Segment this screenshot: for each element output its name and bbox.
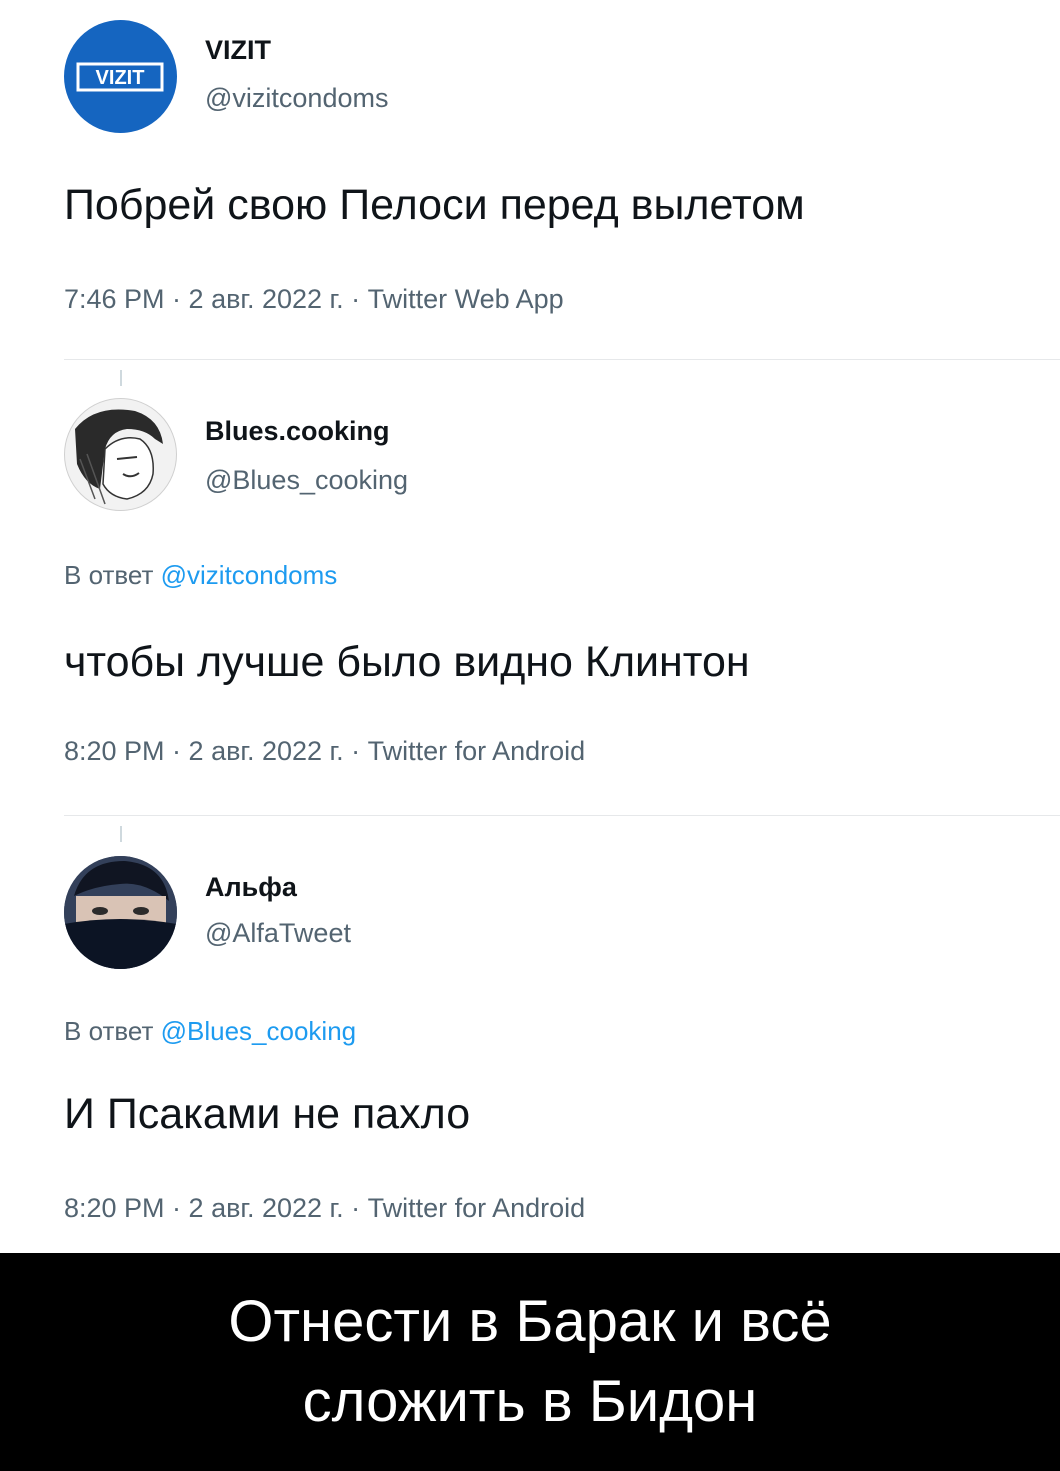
caption-text: Отнести в Барак и всё сложить в Бидон [228,1282,831,1442]
caption-line-2: сложить в Бидон [302,1369,758,1434]
reply-prefix: В ответ [64,1016,154,1046]
avatar-alfa[interactable] [64,856,177,969]
author-handle[interactable]: @AlfaTweet [205,918,351,949]
meme-caption: Отнести в Барак и всё сложить в Бидон [0,1253,1060,1471]
masked-face-icon [64,856,177,969]
caption-line-1: Отнести в Барак и всё [228,1289,832,1354]
tweet-text: И Псаками не пахло [64,1090,471,1138]
tweet-alfa: Альфа @AlfaTweet В ответ @Blues_cooking … [0,0,1060,1250]
author-name[interactable]: Альфа [205,872,297,903]
tweet-meta[interactable]: 8:20 PM · 2 авг. 2022 г. · Twitter for A… [64,1193,585,1224]
reply-mention-link[interactable]: @Blues_cooking [161,1016,357,1046]
reply-to-line: В ответ @Blues_cooking [64,1016,356,1047]
